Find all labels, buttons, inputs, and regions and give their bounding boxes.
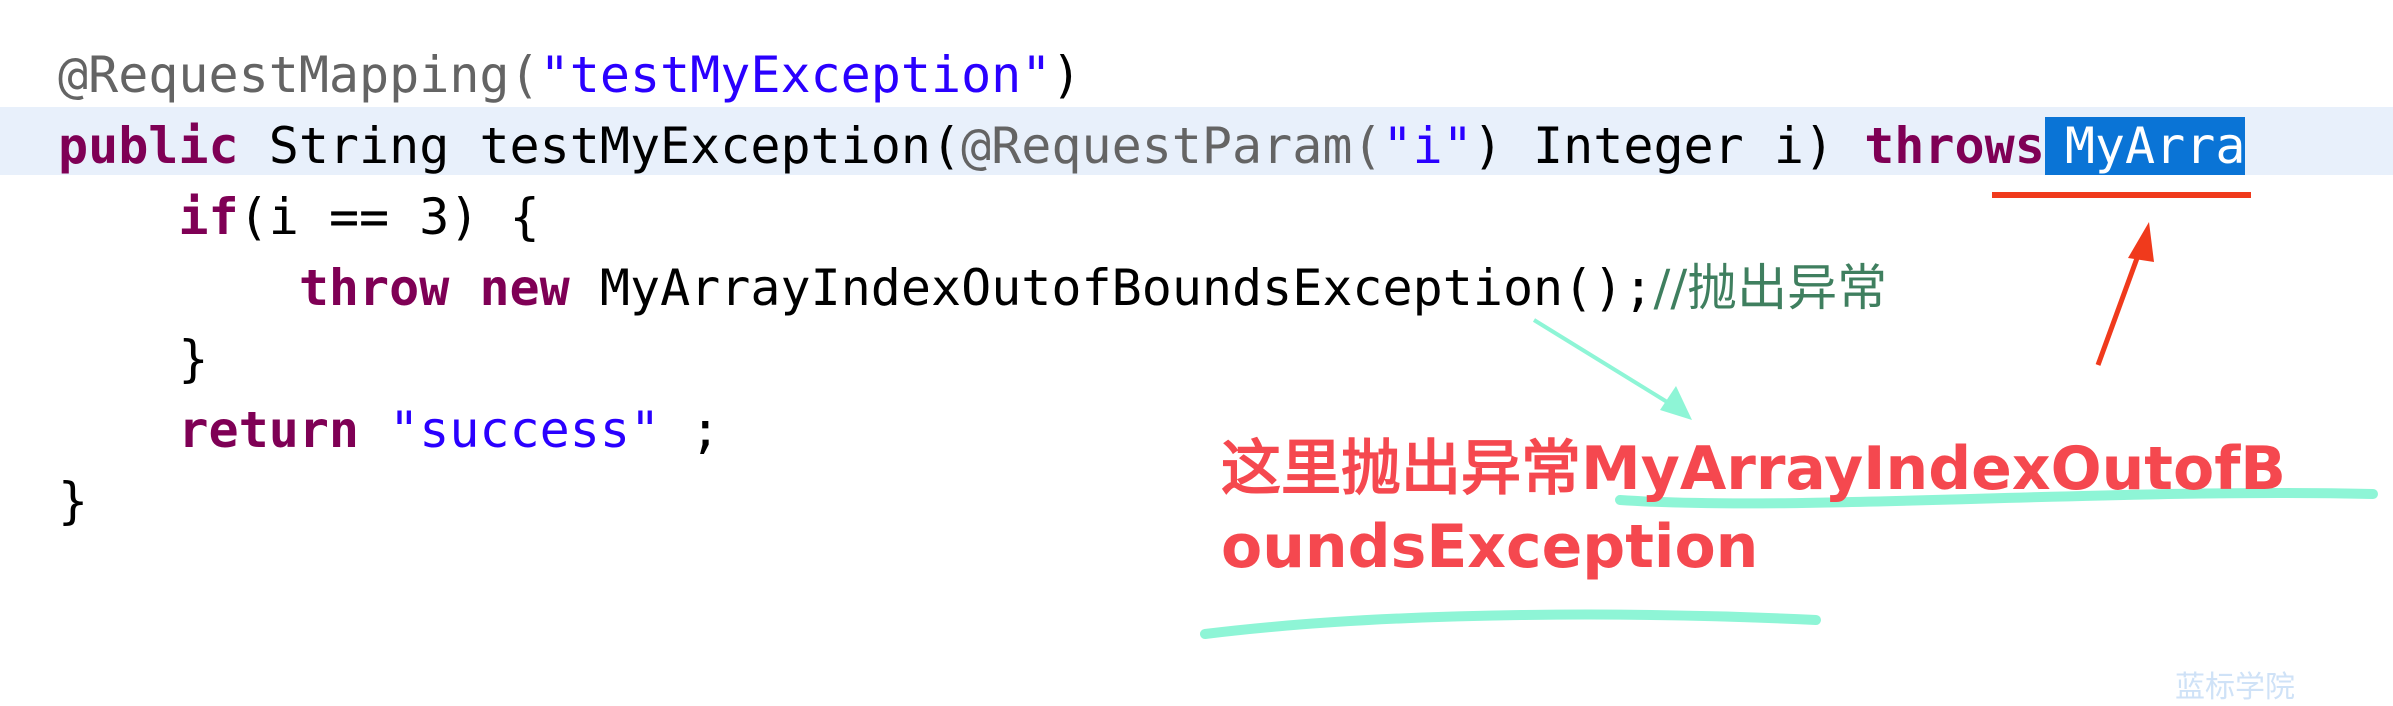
cyan-arrow-shaft xyxy=(1532,318,1674,407)
annotation-note-line-2: oundsException xyxy=(1221,512,1759,582)
annotation-overlay xyxy=(1200,192,2378,639)
red-arrow-head xyxy=(2128,222,2154,262)
red-arrow-shaft xyxy=(2095,249,2143,366)
cyan-highlight-line-2 xyxy=(1200,609,1821,639)
cyan-arrow-head xyxy=(1660,386,1692,420)
annotation-note-line-1: 这里抛出异常MyArrayIndexOutofB xyxy=(1221,434,2287,504)
watermark: 蓝标学院 xyxy=(2175,670,2295,705)
